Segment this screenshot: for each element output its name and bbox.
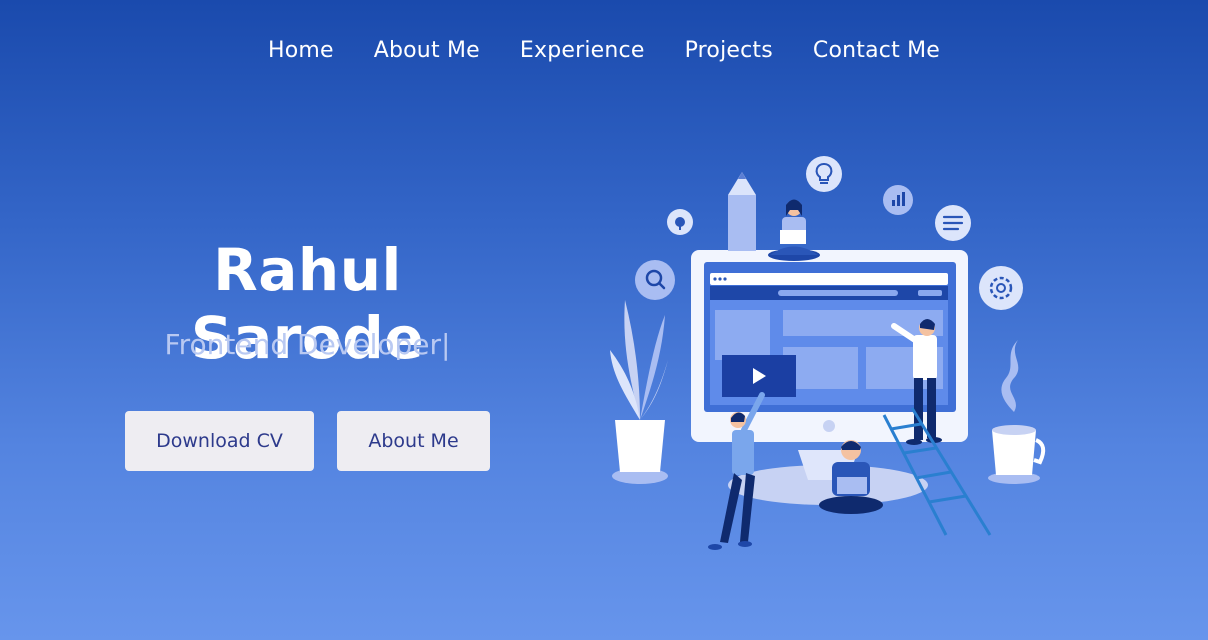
plant: [610, 300, 668, 484]
hero-illustration: [610, 156, 1046, 550]
nav-about-me[interactable]: About Me: [354, 38, 500, 63]
nav-home[interactable]: Home: [248, 38, 354, 63]
woman-on-monitor: [768, 199, 820, 261]
hero-role: Frontend Developer|: [164, 328, 451, 361]
menu-icon: [935, 205, 971, 241]
download-cv-button[interactable]: Download CV: [125, 411, 314, 471]
nav-experience[interactable]: Experience: [500, 38, 665, 63]
upload-icon: [667, 209, 693, 235]
chart-icon: [883, 185, 913, 215]
lightbulb-icon: [806, 156, 842, 192]
nav-contact-me[interactable]: Contact Me: [793, 38, 960, 63]
nav-projects[interactable]: Projects: [665, 38, 793, 63]
settings-icon: [979, 266, 1023, 310]
top-nav: Home About Me Experience Projects Contac…: [0, 30, 1208, 70]
pencil-icon: [728, 172, 756, 251]
about-me-button[interactable]: About Me: [337, 411, 490, 471]
coffee-cup: [988, 340, 1046, 484]
search-icon: [635, 260, 675, 300]
